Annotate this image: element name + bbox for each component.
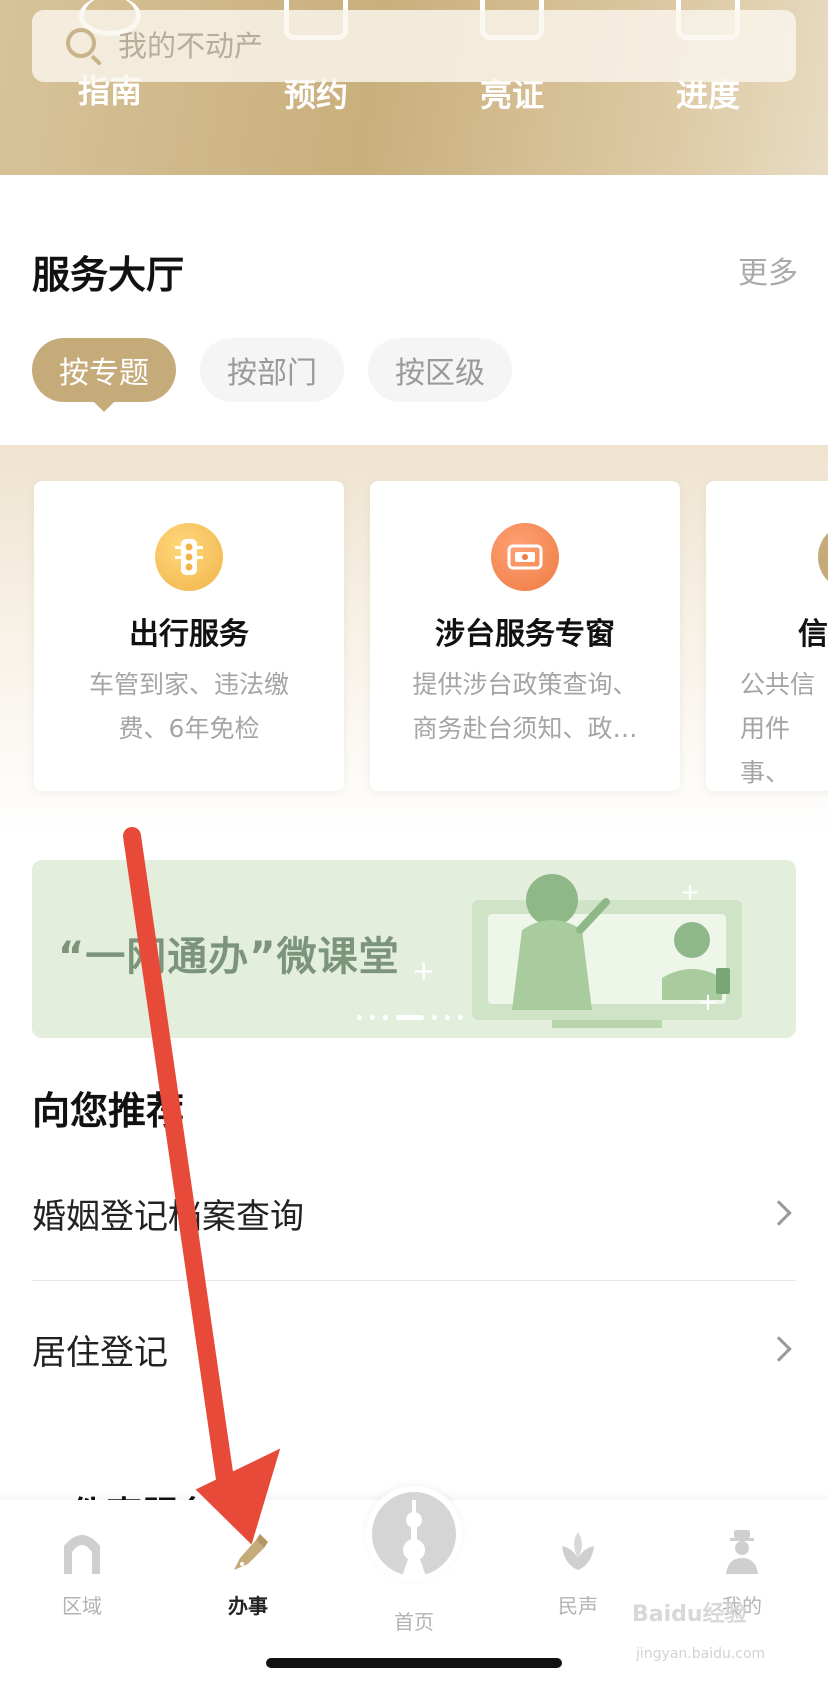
app-screen: 指南 预约 亮证 进度 服务大厅 更多 按专题 按部门 按区级 出行服 — [0, 0, 828, 1686]
annotation-arrow — [123, 827, 281, 1545]
